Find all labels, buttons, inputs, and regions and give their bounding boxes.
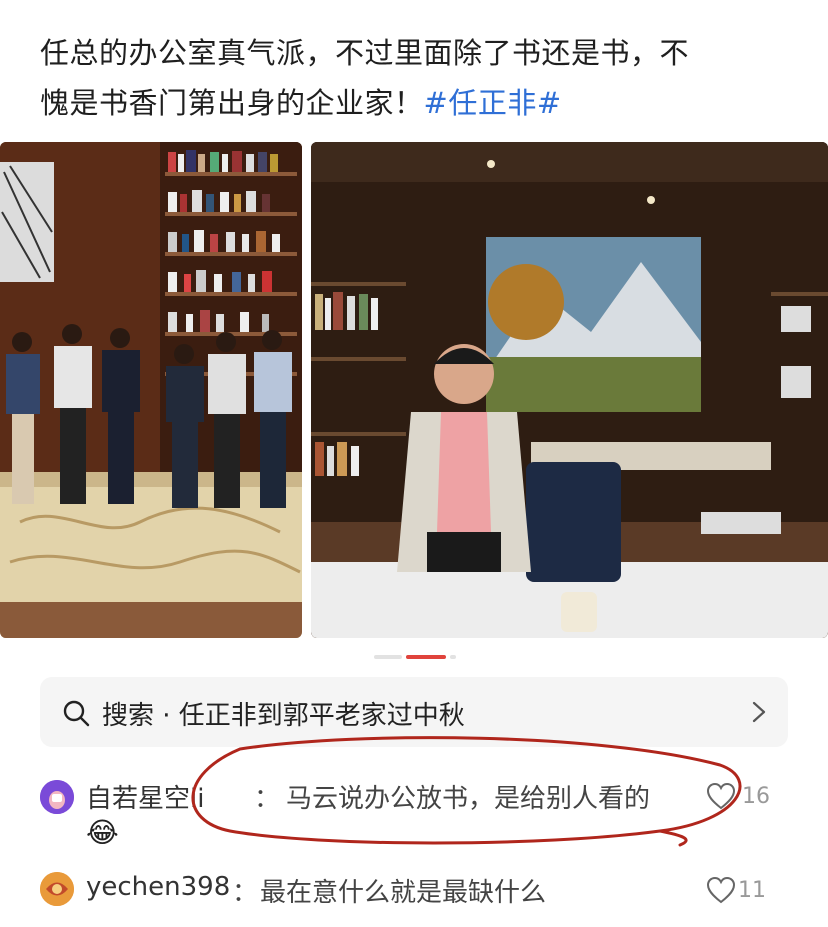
- pager-dot-active: [406, 655, 446, 659]
- pager-dot: [450, 655, 456, 659]
- annotation-circle: [191, 736, 742, 847]
- post-photo-office[interactable]: [311, 142, 828, 638]
- avatar[interactable]: [40, 780, 74, 814]
- like-count: 11: [738, 878, 766, 903]
- comment-item: yechen398 ： 最在意什么就是最缺什么 11: [40, 872, 788, 912]
- hashtag-link[interactable]: #任正非#: [424, 86, 562, 120]
- search-suggestion-label: 搜索 · 任正非到郭平老家过中秋: [102, 701, 465, 731]
- post-text-line2: 愧是书香门第出身的企业家！#任正非#: [40, 78, 800, 128]
- post-text-line1: 任总的办公室真气派，不过里面除了书还是书，不: [40, 36, 690, 70]
- avatar-face-icon: [40, 780, 74, 814]
- post-photo-meeting[interactable]: [0, 142, 302, 638]
- heart-icon[interactable]: [706, 876, 736, 908]
- search-icon: [62, 699, 90, 731]
- chevron-right-icon: [752, 701, 766, 727]
- post-text: 任总的办公室真气派，不过里面除了书还是书，不 愧是书香门第出身的企业家！#任正非…: [40, 28, 800, 128]
- comment-separator: ：: [232, 878, 259, 908]
- laughing-emoji-icon: 😂: [86, 816, 119, 849]
- avatar[interactable]: [40, 872, 74, 906]
- comment-username[interactable]: yechen398: [86, 872, 230, 902]
- office-photo-illustration: [311, 142, 828, 638]
- pager-dot: [374, 655, 402, 659]
- comment-text: 最在意什么就是最缺什么: [260, 878, 547, 908]
- avatar-pattern-icon: [40, 872, 74, 906]
- meeting-photo-illustration: [0, 142, 302, 638]
- post-text-line2-body: 愧是书香门第出身的企业家！: [40, 86, 424, 120]
